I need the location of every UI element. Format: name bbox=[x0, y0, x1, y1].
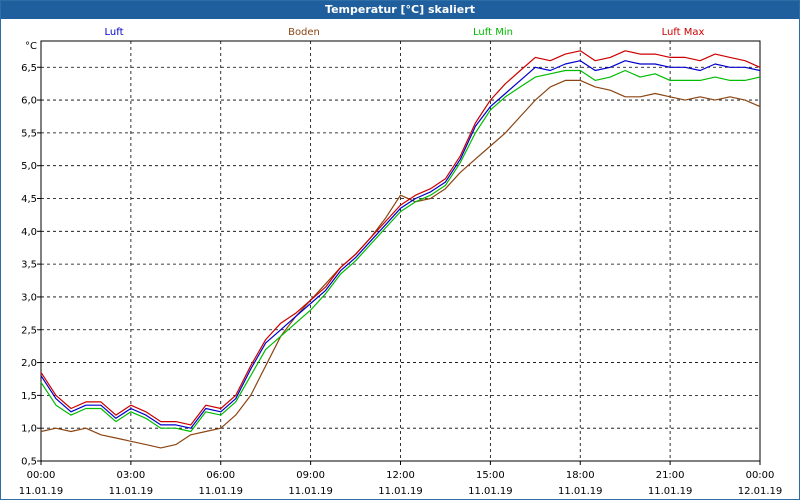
x-tick-date-label: 12.01.19 bbox=[738, 486, 783, 497]
x-tick-date-label: 11.01.19 bbox=[468, 486, 513, 497]
x-tick-date-label: 11.01.19 bbox=[19, 486, 64, 497]
chart-window: Temperatur [°C] skaliert 0,5 1,0 1,5 2,0 2,5… bbox=[0, 0, 800, 500]
y-tick-label: 4,5 bbox=[21, 194, 37, 205]
legend-entry-luft: Luft bbox=[105, 27, 124, 38]
x-tick-date-label: 11.01.19 bbox=[288, 486, 333, 497]
x-tick-time-label: 18:00 bbox=[566, 470, 595, 481]
x-tick-time-label: 00:00 bbox=[27, 470, 56, 481]
y-unit-label: °C bbox=[25, 41, 37, 52]
x-tick-time-label: 09:00 bbox=[296, 470, 325, 481]
x-tick-time-label: 00:00 bbox=[746, 470, 775, 481]
x-tick-time-label: 15:00 bbox=[476, 470, 505, 481]
x-tick-date-label: 11.01.19 bbox=[558, 486, 603, 497]
y-tick-label: 6,0 bbox=[21, 96, 37, 107]
legend-entry-luft-max: Luft Max bbox=[662, 27, 705, 38]
legend-entry-boden: Boden bbox=[288, 27, 320, 38]
y-tick-label: 5,5 bbox=[21, 128, 37, 139]
x-tick-time-label: 03:00 bbox=[116, 470, 145, 481]
y-tick-label: 1,5 bbox=[21, 391, 37, 402]
x-tick-date-label: 11.01.19 bbox=[378, 486, 423, 497]
y-tick-label: 2,0 bbox=[21, 358, 37, 369]
x-tick-time-label: 12:00 bbox=[386, 470, 415, 481]
x-tick-date-label: 11.01.19 bbox=[198, 486, 243, 497]
y-tick-label: 0,5 bbox=[21, 457, 37, 468]
temperature-chart: 0,5 1,0 1,5 2,0 2,5 3,0 3,5 4,0 4,5 5,0 5,5 6,0 6,5 °… bbox=[19, 27, 783, 497]
y-tick-label: 3,5 bbox=[21, 260, 37, 271]
y-tick-label: 3,0 bbox=[21, 292, 37, 303]
y-tick-label: 1,0 bbox=[21, 424, 37, 435]
x-tick-time-label: 06:00 bbox=[206, 470, 235, 481]
y-tick-label: 4,0 bbox=[21, 227, 37, 238]
y-tick-label: 6,5 bbox=[21, 63, 37, 74]
y-tick-label: 2,5 bbox=[21, 325, 37, 336]
x-tick-date-label: 11.01.19 bbox=[648, 486, 693, 497]
x-tick-date-label: 11.01.19 bbox=[109, 486, 154, 497]
legend-entry-luft-min: Luft Min bbox=[473, 27, 513, 38]
x-tick-time-label: 21:00 bbox=[656, 470, 685, 481]
y-tick-label: 5,0 bbox=[21, 161, 37, 172]
